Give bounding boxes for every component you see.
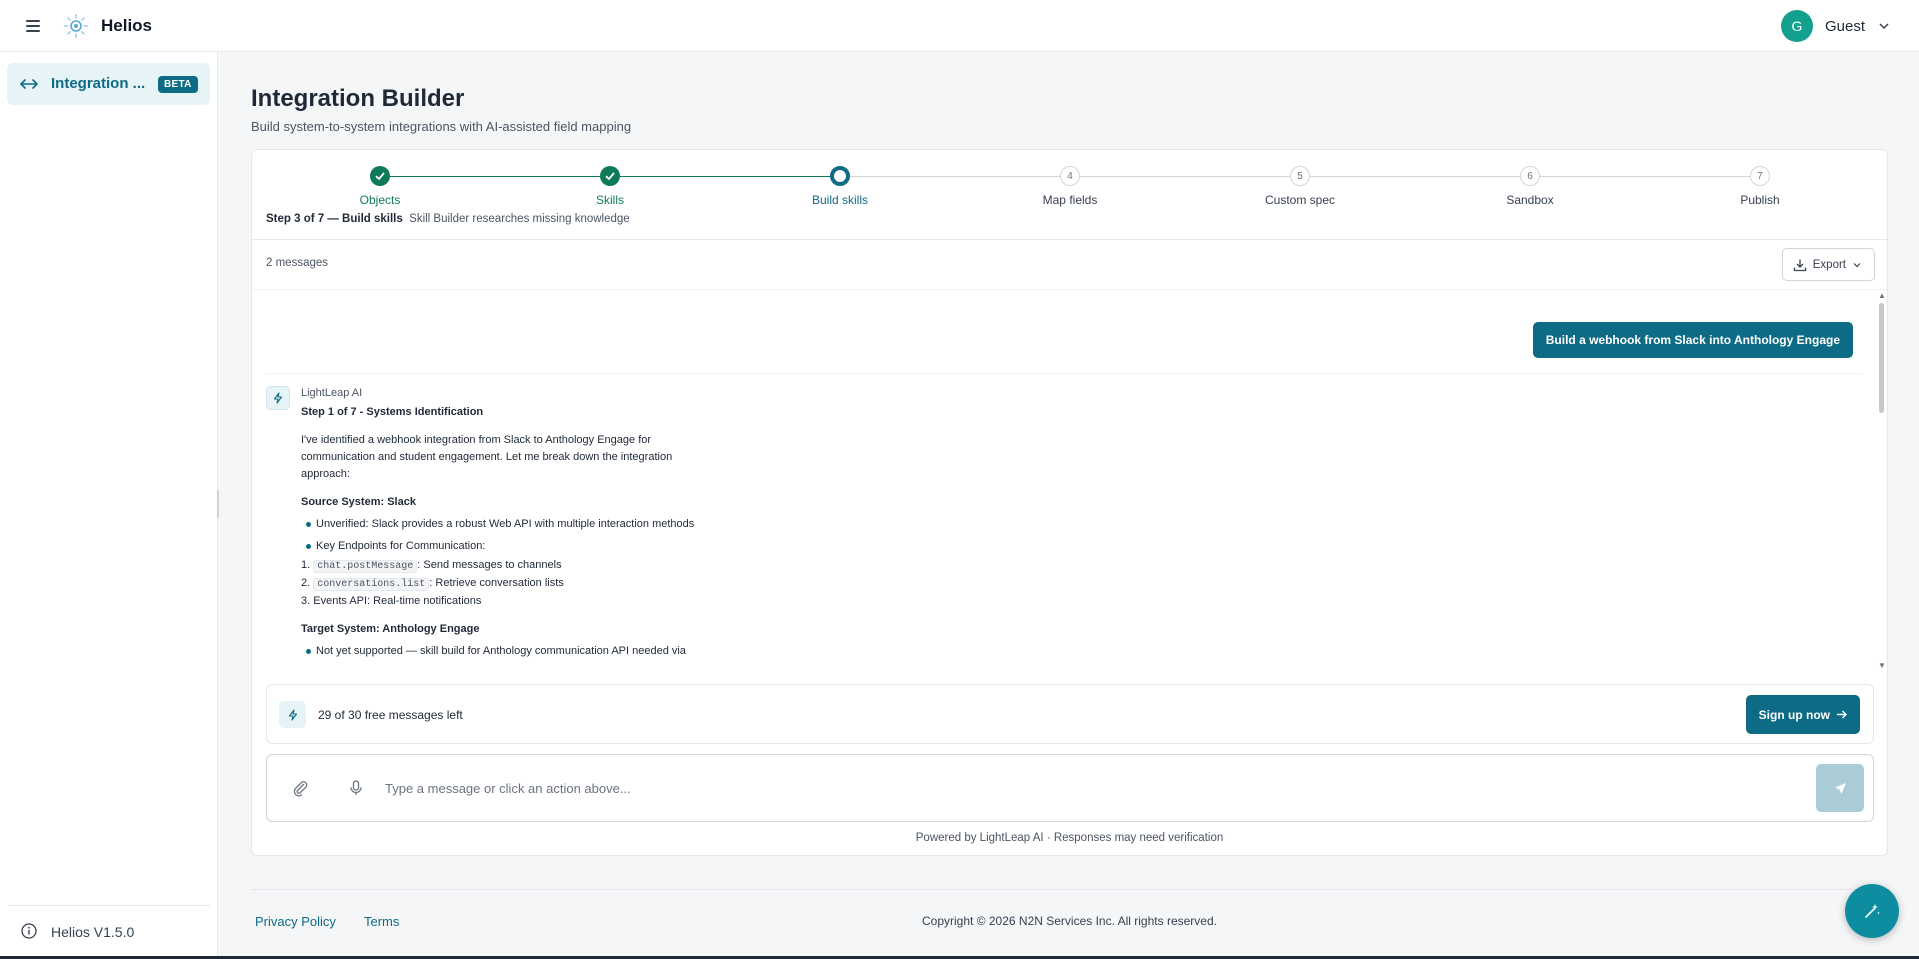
step-custom-spec[interactable]: 5 Custom spec [1240,166,1360,207]
target-heading: Target System: Anthology Engage [301,623,480,635]
avatar: G [1780,10,1813,42]
sidebar-footer: Helios V1.5.0 [8,905,210,951]
step-label: Build skills [811,193,868,207]
microphone-icon[interactable] [347,779,365,797]
step-label: Publish [1740,193,1780,207]
chat-messages[interactable]: Build a webhook from Slack into Antholog… [252,291,1876,671]
powered-by-note: Powered by LightLeap AI · Responses may … [915,832,1224,844]
list-item: Unverified: Slack provides a robust Web … [301,516,761,533]
app-version: Helios V1.5.0 [51,924,135,940]
page-subtitle: Build system-to-system integrations with… [251,119,632,134]
endpoint-item: 2. conversations.list: Retrieve conversa… [301,575,721,593]
scroll-down-icon[interactable]: ▼ [1878,662,1886,670]
message-composer [266,754,1874,822]
step-sandbox[interactable]: 6 Sandbox [1470,166,1590,207]
chevron-down-icon [1853,262,1861,267]
step-build-skills[interactable]: Build skills [780,166,900,207]
sign-up-label: Sign up now [1758,707,1830,722]
endpoint-item: 1. chat.postMessage: Send messages to ch… [301,557,721,575]
user-name: Guest [1824,17,1865,35]
arrows-left-right-icon [20,79,38,89]
chevron-down-icon [1879,23,1889,30]
terms-link[interactable]: Terms [364,914,399,929]
sidebar-item-label: Integration ... [51,75,146,92]
divider [266,373,1862,374]
free-messages-bar: 29 of 30 free messages left Sign up now [266,684,1874,744]
paperclip-icon[interactable] [291,779,309,797]
info-icon [21,923,37,939]
download-icon [1793,259,1806,271]
sign-up-button[interactable]: Sign up now [1745,695,1860,734]
step-number: 6 [1520,166,1540,186]
chat-scrollbar[interactable]: ▲ ▼ [1876,291,1887,671]
endpoint-text: : Retrieve conversation lists [429,577,564,589]
step-info-title: Step 3 of 7 — Build skills [266,213,403,225]
step-label: Custom spec [1264,193,1336,207]
beta-badge: BETA [158,76,198,93]
step-label: Sandbox [1506,193,1554,207]
integration-card: Objects Skills Build skills 4 Map fields… [251,149,1888,856]
brand-name: Helios [101,16,153,35]
list-item: Not yet supported — skill build for Anth… [301,643,821,660]
top-bar: Helios G Guest [0,0,1919,52]
page-title: Integration Builder [251,85,465,112]
sidebar-item-integration-builder[interactable]: Integration ... BETA [7,63,210,105]
ai-message-body: Step 1 of 7 - Systems Identification I'v… [301,404,721,660]
check-icon [600,166,620,186]
step-label: Objects [359,193,401,207]
export-button[interactable]: Export [1781,248,1875,281]
message-toolbar: 2 messages Export [252,240,1887,290]
menu-icon[interactable] [26,16,46,36]
list-number: 3. [301,595,311,607]
ai-sender-name: LightLeap AI [301,387,363,399]
arrow-right-icon [1837,710,1847,719]
send-icon [1834,782,1846,794]
lightning-icon [279,701,306,728]
list-number: 1. [301,559,311,571]
ai-intro: I've identified a webhook integration fr… [301,434,673,480]
step-number: 4 [1060,166,1080,186]
helios-logo-icon [63,13,89,39]
step-label: Skills [595,193,624,207]
source-heading: Source System: Slack [301,496,416,508]
sidebar-resize-handle[interactable] [217,490,219,518]
list-number: 2. [301,577,311,589]
step-info: Step 3 of 7 — Build skills Skill Builder… [266,213,630,225]
sidebar: Integration ... BETA Helios V1.5.0 [0,52,218,959]
message-input[interactable] [385,777,1485,799]
endpoint-text: : Send messages to channels [417,559,562,571]
step-skills[interactable]: Skills [550,166,670,207]
step-label: Map fields [1042,193,1098,207]
ai-heading: Step 1 of 7 - Systems Identification [301,406,484,418]
check-icon [370,166,390,186]
magic-wand-icon [1865,904,1880,918]
endpoint-item: 3. Events API: Real-time notifications [301,593,721,610]
stepper: Objects Skills Build skills 4 Map fields… [252,150,1887,240]
scroll-up-icon[interactable]: ▲ [1878,292,1886,300]
message-count: 2 messages [266,257,329,269]
privacy-policy-link[interactable]: Privacy Policy [255,914,336,929]
step-objects[interactable]: Objects [320,166,440,207]
current-step-indicator [830,166,850,186]
ai-assistant-button[interactable] [1845,884,1899,938]
list-item: Key Endpoints for Communication: [301,538,721,555]
scrollbar-thumb[interactable] [1879,303,1884,413]
step-number: 7 [1750,166,1770,186]
user-message[interactable]: Build a webhook from Slack into Antholog… [1532,322,1853,358]
step-info-description: Skill Builder researches missing knowled… [409,213,630,225]
code-chat-postmessage: chat.postMessage [313,560,418,573]
step-publish[interactable]: 7 Publish [1700,166,1820,207]
code-conversations-list: conversations.list [313,578,430,591]
step-number: 5 [1290,166,1310,186]
footer-divider [251,889,1891,890]
user-menu[interactable]: G Guest [1780,10,1891,42]
copyright: Copyright © 2026 N2N Services Inc. All r… [922,914,1217,928]
free-messages-count: 29 of 30 free messages left [318,708,463,722]
endpoint-text: Events API: Real-time notifications [313,595,482,607]
lightning-icon [266,386,290,410]
send-button[interactable] [1816,764,1864,812]
step-map-fields[interactable]: 4 Map fields [1010,166,1130,207]
export-label: Export [1812,258,1846,271]
